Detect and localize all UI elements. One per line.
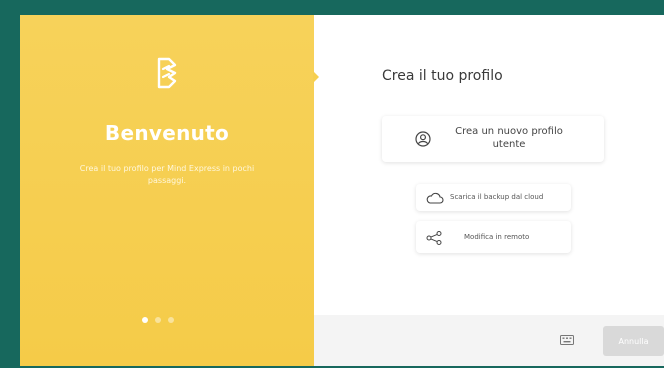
carousel-dot[interactable]: [142, 317, 148, 323]
download-backup-button[interactable]: Scarica il backup dal cloud: [416, 184, 571, 211]
carousel-dots: [142, 317, 174, 325]
panel-pointer: [313, 71, 319, 83]
download-backup-label: Scarica il backup dal cloud: [450, 193, 544, 201]
welcome-panel: Benvenuto Crea il tuo profilo per Mind E…: [20, 15, 314, 366]
share-icon: [426, 231, 442, 245]
mind-express-logo: [157, 57, 177, 89]
create-new-profile-label: Crea un nuovo profilo utente: [455, 126, 563, 150]
cloud-icon: [426, 192, 444, 204]
carousel-dot[interactable]: [168, 317, 174, 323]
create-new-profile-button[interactable]: Crea un nuovo profilo utente: [382, 116, 604, 162]
carousel-dot[interactable]: [155, 317, 161, 323]
setup-wizard-window: Benvenuto Crea il tuo profilo per Mind E…: [20, 15, 664, 366]
welcome-title: Benvenuto: [104, 121, 230, 145]
page-title: Crea il tuo profilo: [382, 68, 503, 84]
welcome-subtitle: Crea il tuo profilo per Mind Express in …: [79, 164, 255, 185]
remote-edit-label: Modifica in remoto: [464, 233, 530, 241]
cancel-button[interactable]: Annulla: [603, 326, 664, 356]
user-circle-icon: [415, 131, 431, 147]
remote-edit-button[interactable]: Modifica in remoto: [416, 221, 571, 253]
keyboard-icon[interactable]: [560, 335, 574, 345]
footer-bar: Annulla: [314, 315, 664, 366]
